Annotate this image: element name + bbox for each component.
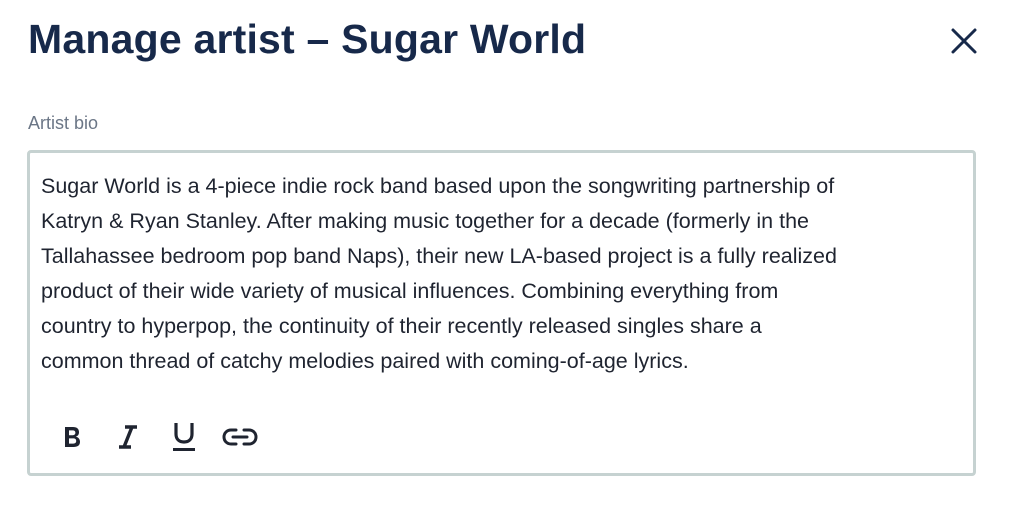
artist-bio-label: Artist bio [28, 113, 99, 133]
italic-icon [119, 425, 137, 449]
artist-bio-editor[interactable]: Sugar World is a 4-piece indie rock band… [27, 150, 976, 476]
bold-icon [65, 427, 80, 447]
bold-button[interactable] [53, 418, 91, 456]
formatting-toolbar [53, 417, 277, 457]
dialog-title: Manage artist – Sugar World [28, 16, 587, 62]
manage-artist-dialog: Manage artist – Sugar World Artist bio S… [0, 0, 1013, 517]
artist-bio-text[interactable]: Sugar World is a 4-piece indie rock band… [41, 169, 976, 379]
italic-button[interactable] [109, 418, 147, 456]
close-button[interactable] [946, 23, 982, 59]
close-icon [951, 28, 977, 54]
link-button[interactable] [221, 418, 259, 456]
underline-button[interactable] [165, 418, 203, 456]
underline-icon [173, 423, 195, 451]
link-icon [222, 428, 258, 446]
